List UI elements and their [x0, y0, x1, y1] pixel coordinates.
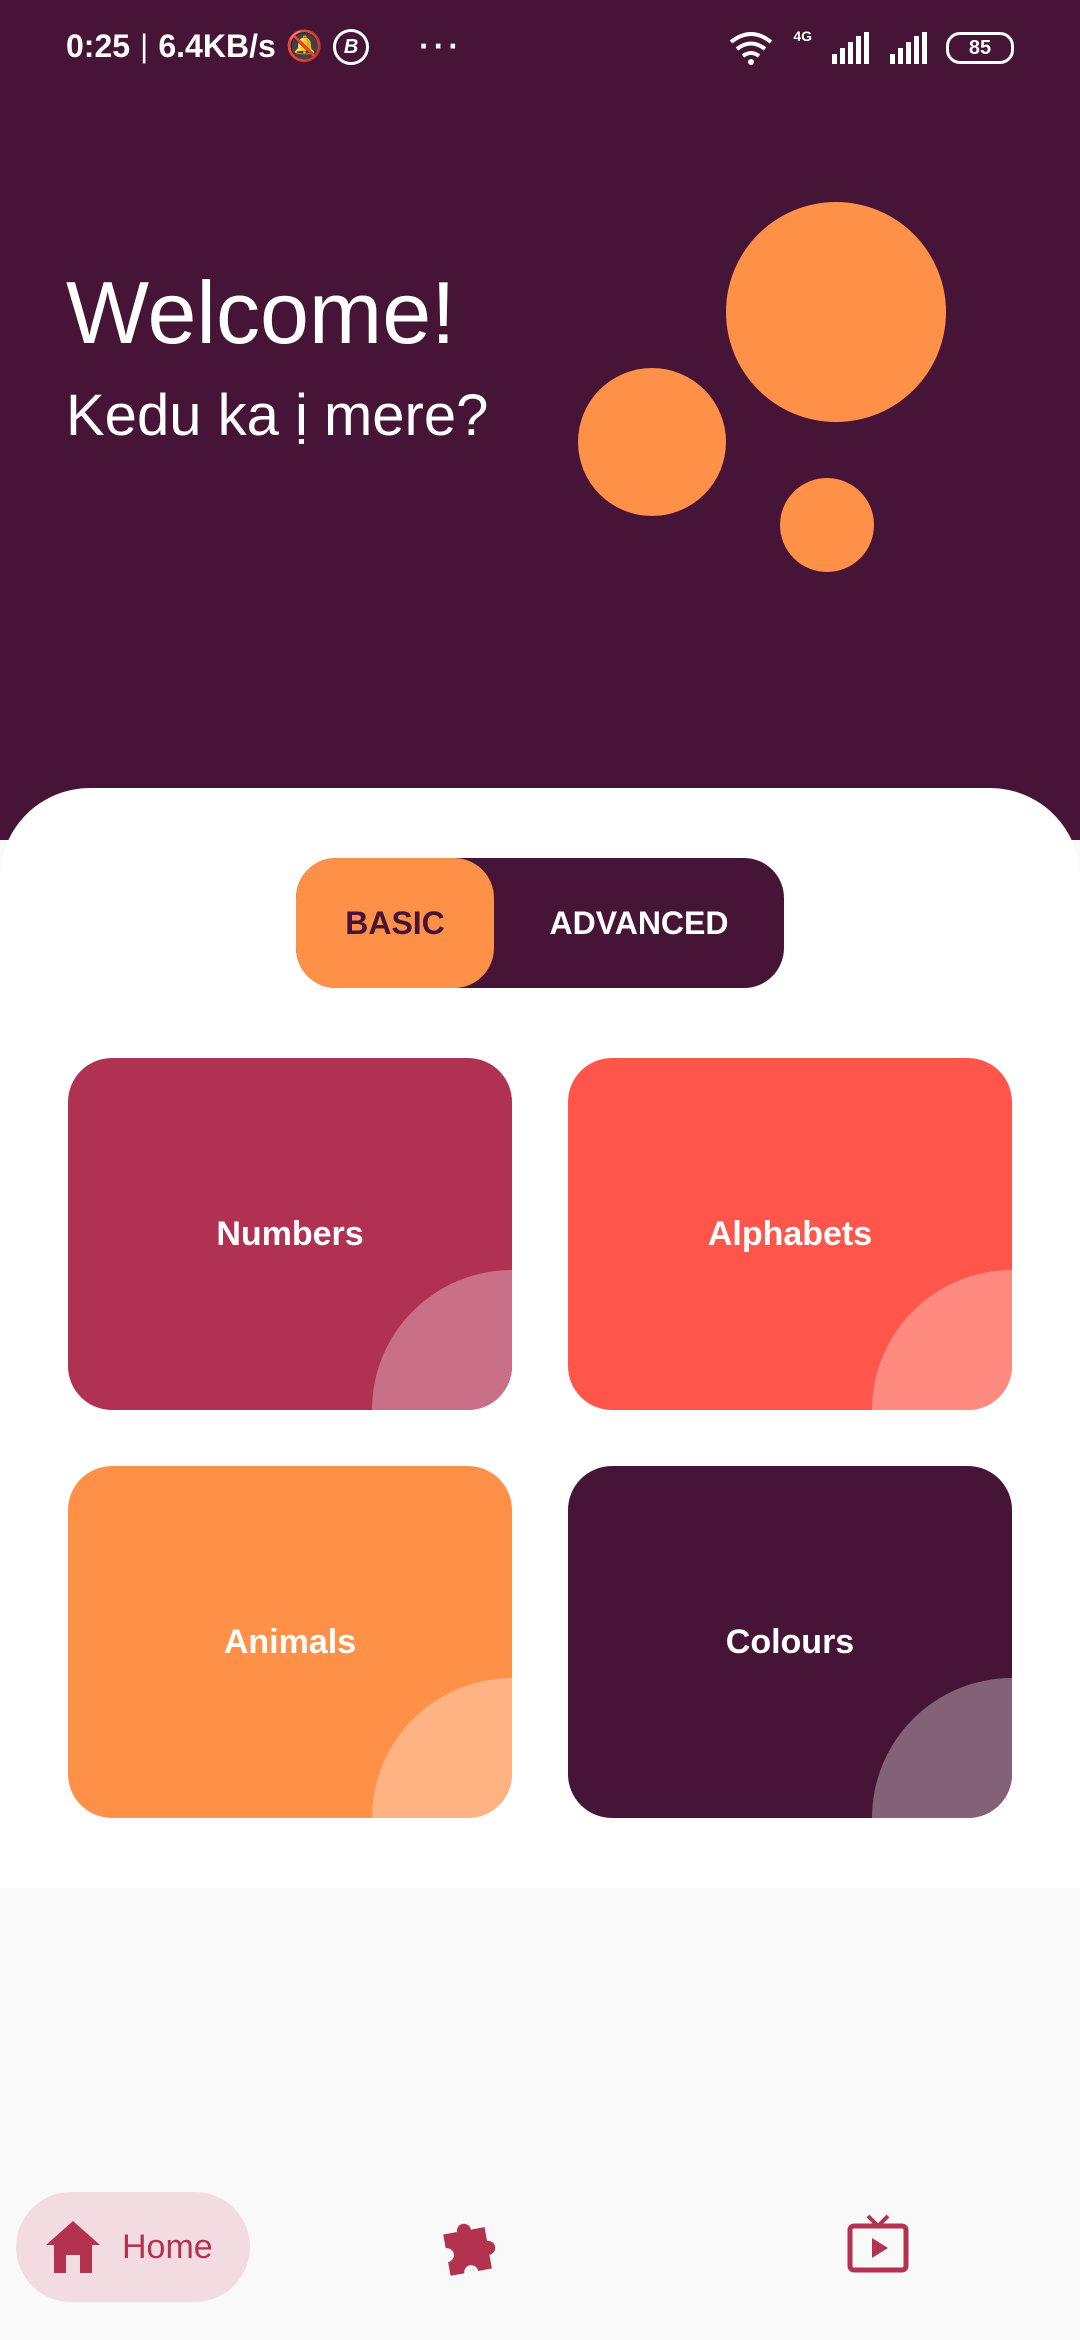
card-label: Animals	[223, 1622, 357, 1661]
status-speed: 6.4KB/s	[158, 28, 276, 64]
category-card-colours[interactable]: Colours	[568, 1466, 1012, 1818]
battery-indicator: 85	[946, 32, 1014, 64]
card-decor-shape	[872, 1270, 1012, 1410]
nav-home-label: Home	[122, 2228, 213, 2266]
status-time: 0:25	[66, 28, 131, 64]
card-decor-shape	[872, 1678, 1012, 1818]
nav-puzzle-button[interactable]	[438, 2212, 502, 2281]
nav-home-button[interactable]: Home	[16, 2192, 250, 2302]
b-badge-icon: B	[333, 28, 370, 65]
status-left: 0:25 | 6.4KB/s 🔕 B ···	[66, 28, 464, 65]
card-decor-shape	[372, 1270, 512, 1410]
signal-icon	[832, 32, 869, 64]
level-toggle: BASIC ADVANCED	[296, 858, 784, 988]
category-card-alphabets[interactable]: Alphabets	[568, 1058, 1012, 1410]
home-icon	[46, 2221, 100, 2273]
signal-icon-2	[890, 32, 927, 64]
category-card-numbers[interactable]: Numbers	[68, 1058, 512, 1410]
decor-circle-medium	[578, 368, 726, 516]
network-type: 4G	[793, 28, 812, 44]
decor-circle-large	[726, 202, 946, 422]
tv-icon	[847, 2214, 909, 2273]
category-card-animals[interactable]: Animals	[68, 1466, 512, 1818]
more-dots-icon: ···	[419, 28, 464, 64]
basic-toggle-option[interactable]: BASIC	[296, 858, 494, 988]
decor-circle-small	[780, 478, 874, 572]
card-label: Colours	[725, 1622, 855, 1661]
card-decor-shape	[372, 1678, 512, 1818]
welcome-title: Welcome!	[66, 263, 456, 362]
muted-bell-icon: 🔕	[285, 30, 324, 63]
nav-tv-button[interactable]	[846, 2212, 910, 2281]
status-bar: 0:25 | 6.4KB/s 🔕 B ··· 4G 85	[0, 0, 1080, 100]
bottom-nav: Home	[0, 2180, 1080, 2340]
advanced-toggle-option[interactable]: ADVANCED	[494, 858, 784, 988]
puzzle-icon	[443, 2223, 496, 2276]
header: 0:25 | 6.4KB/s 🔕 B ··· 4G 85 Welcome! Ke…	[0, 0, 1080, 840]
card-label: Numbers	[216, 1214, 364, 1253]
greeting-subtitle: Kedu ka ị mere?	[66, 383, 489, 448]
card-label: Alphabets	[707, 1214, 873, 1253]
wifi-icon	[730, 32, 773, 65]
status-right: 4G 85	[727, 28, 1014, 66]
